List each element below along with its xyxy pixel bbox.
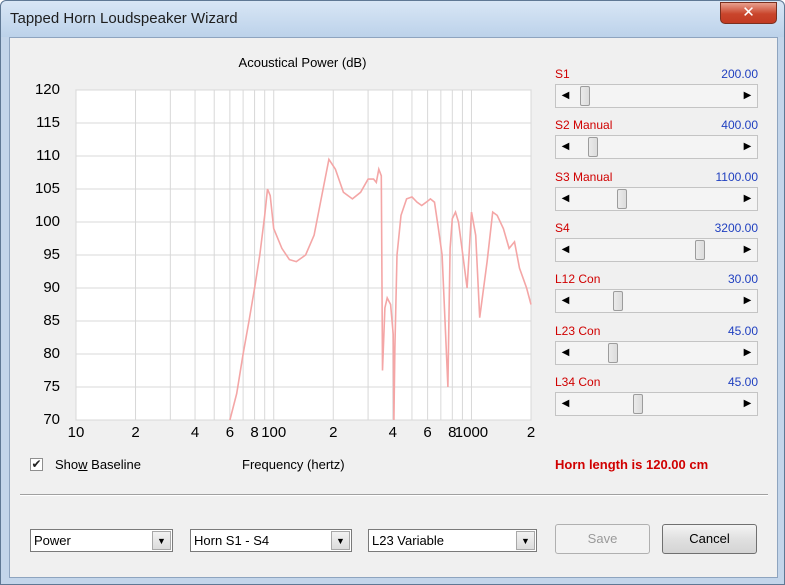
scroll-right-icon[interactable]: ▶: [739, 137, 756, 158]
scroll-right-icon[interactable]: ▶: [739, 342, 756, 363]
slider-label: L34 Con: [555, 374, 601, 389]
separator: [20, 494, 768, 496]
scroll-right-icon[interactable]: ▶: [739, 86, 756, 106]
slider-thumb[interactable]: [694, 239, 705, 260]
save-button[interactable]: Save: [555, 524, 650, 554]
show-baseline-checkbox[interactable]: ✔: [30, 458, 43, 471]
slider-scrollbar[interactable]: ◀ ▶: [555, 237, 758, 262]
dialog-window: Tapped Horn Loudspeaker Wizard ✕ Acousti…: [0, 0, 785, 585]
slider-value: 45.00: [727, 374, 758, 389]
slider-label: S4: [555, 220, 570, 235]
chevron-down-icon[interactable]: ▼: [152, 531, 171, 550]
scroll-left-icon[interactable]: ◀: [557, 188, 574, 209]
horn-section-value: Horn S1 - S4: [194, 533, 270, 548]
slider-thumb[interactable]: [608, 342, 619, 363]
variable-value: L23 Variable: [372, 533, 445, 548]
cancel-button[interactable]: Cancel: [662, 524, 757, 554]
scroll-left-icon[interactable]: ◀: [557, 393, 574, 414]
slider-scrollbar[interactable]: ◀ ▶: [555, 186, 758, 211]
scroll-left-icon[interactable]: ◀: [557, 86, 574, 106]
slider-value: 1100.00: [715, 169, 759, 184]
scroll-left-icon[interactable]: ◀: [557, 137, 574, 158]
scroll-right-icon[interactable]: ▶: [739, 239, 756, 260]
variable-combo[interactable]: L23 Variable ▼: [368, 529, 537, 552]
scroll-left-icon[interactable]: ◀: [557, 239, 574, 260]
slider-scrollbar[interactable]: ◀ ▶: [555, 289, 758, 314]
slider-value: 45.00: [727, 323, 758, 338]
slider-scrollbar[interactable]: ◀ ▶: [555, 391, 758, 416]
title-bar[interactable]: Tapped Horn Loudspeaker Wizard ✕: [1, 1, 784, 37]
slider-label: S2 Manual: [555, 118, 613, 133]
slider-label: L12 Con: [555, 272, 601, 287]
slider-thumb[interactable]: [632, 393, 643, 414]
slider-scrollbar[interactable]: ◀ ▶: [555, 84, 758, 108]
scroll-right-icon[interactable]: ▶: [739, 393, 756, 414]
slider-thumb[interactable]: [617, 188, 628, 209]
window-title: Tapped Horn Loudspeaker Wizard: [10, 10, 238, 27]
horn-length-text: Horn length is 120.00 cm: [555, 457, 709, 472]
plot-type-value: Power: [34, 533, 71, 548]
slider-value: 400.00: [721, 118, 758, 133]
client-area: Acoustical Power (dB) 120 115 110 105 100 95 9…: [9, 37, 778, 578]
slider-value: 200.00: [721, 67, 758, 81]
x-axis-label: Frequency (hertz): [242, 457, 345, 472]
slider-value: 3200.00: [714, 220, 758, 235]
horn-section-combo[interactable]: Horn S1 - S4 ▼: [190, 529, 352, 552]
chevron-down-icon[interactable]: ▼: [331, 531, 350, 550]
slider-thumb[interactable]: [612, 291, 623, 312]
slider-scrollbar[interactable]: ◀ ▶: [555, 135, 758, 160]
plot-type-combo[interactable]: Power ▼: [30, 529, 173, 552]
chevron-down-icon[interactable]: ▼: [516, 531, 535, 550]
close-button[interactable]: ✕: [720, 2, 777, 24]
slider-scrollbar[interactable]: ◀ ▶: [555, 340, 758, 365]
slider-label: L23 Con: [555, 323, 601, 338]
slider-label: S3 Manual: [555, 169, 613, 184]
scroll-left-icon[interactable]: ◀: [557, 291, 574, 312]
slider-thumb[interactable]: [587, 137, 598, 158]
slider-value: 30.00: [727, 272, 758, 287]
scroll-right-icon[interactable]: ▶: [739, 188, 756, 209]
show-baseline-label[interactable]: Show Baseline: [55, 457, 141, 472]
power-chart: [75, 89, 532, 421]
slider-label: S1: [555, 67, 570, 81]
scroll-right-icon[interactable]: ▶: [739, 291, 756, 312]
slider-thumb[interactable]: [580, 86, 591, 106]
scroll-left-icon[interactable]: ◀: [557, 342, 574, 363]
